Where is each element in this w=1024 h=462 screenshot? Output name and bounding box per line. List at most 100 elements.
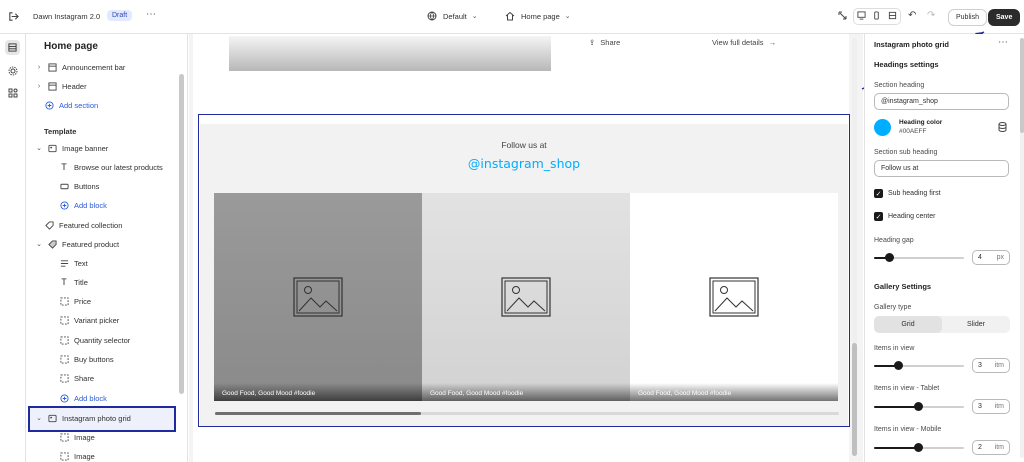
product-icon xyxy=(47,239,57,249)
sidebar-item-image-banner[interactable]: ⌄ Image banner xyxy=(35,139,187,157)
add-block-button[interactable]: Add block xyxy=(55,389,187,407)
block-icon xyxy=(59,432,69,442)
plus-circle-icon xyxy=(59,200,69,210)
sub-heading-label: Section sub heading xyxy=(874,149,938,156)
checkmark-icon: ✓ xyxy=(874,212,883,221)
gallery-type-grid[interactable]: Grid xyxy=(874,316,942,333)
items-mobile-slider[interactable] xyxy=(874,442,964,454)
image-section-icon xyxy=(47,413,57,423)
publish-button[interactable]: Publish xyxy=(948,9,987,26)
sidebar-block-text[interactable]: T Browse our latest products xyxy=(55,158,187,176)
items-in-view-input[interactable]: 3 itm xyxy=(972,358,1010,373)
checkmark-icon: ✓ xyxy=(874,189,883,198)
gallery-tile[interactable]: Good Food, Good Mood #foodie xyxy=(630,193,838,401)
tile-caption: Good Food, Good Mood #foodie xyxy=(214,383,422,401)
undo-icon[interactable]: ↶ xyxy=(908,10,916,21)
heading-gap-slider[interactable] xyxy=(874,252,964,264)
gallery-scrollbar[interactable] xyxy=(215,412,839,415)
gear-icon[interactable] xyxy=(5,63,20,78)
share-icon: ⇪ xyxy=(589,38,596,47)
sidebar-block-buttons[interactable]: Buttons xyxy=(55,177,187,195)
apps-icon[interactable] xyxy=(5,85,20,100)
sections-icon[interactable] xyxy=(5,40,20,55)
status-badge: Draft xyxy=(107,10,133,21)
theme-select[interactable]: Default ⌄ xyxy=(427,11,478,21)
exit-icon[interactable] xyxy=(8,11,19,22)
add-block-button[interactable]: Add block xyxy=(55,196,187,214)
desktop-icon[interactable] xyxy=(857,11,866,22)
heading-color-swatch[interactable] xyxy=(874,119,891,136)
items-mobile-label: Items in view - Mobile xyxy=(874,426,942,433)
text-icon: T xyxy=(61,277,67,287)
fullscreen-icon[interactable] xyxy=(888,11,897,22)
share-link[interactable]: ⇪ Share xyxy=(589,38,620,47)
sidebar-item-featured-product[interactable]: ⌄ Featured product xyxy=(35,235,187,253)
heading-gap-label: Heading gap xyxy=(874,237,914,244)
sidebar-block-quantity-selector[interactable]: Quantity selector xyxy=(55,331,187,349)
globe-icon xyxy=(427,11,437,21)
device-toggle xyxy=(853,8,901,25)
block-icon xyxy=(59,451,69,461)
instagram-section: Follow us at @instagram_shop Good Food, … xyxy=(200,124,848,426)
sidebar-item-header[interactable]: › Header xyxy=(35,77,187,95)
heading-gap-input[interactable]: 4 px xyxy=(972,250,1010,265)
view-full-details-link[interactable]: View full details → xyxy=(712,38,776,47)
settings-panel: Instagram photo grid ⋯ Headings settings… xyxy=(864,34,1024,462)
block-icon xyxy=(59,373,69,383)
text-lines-icon xyxy=(59,258,69,268)
sidebar-block-share[interactable]: Share xyxy=(55,369,187,387)
panel-title: Instagram photo grid xyxy=(874,40,949,49)
sidebar-block-title[interactable]: T Title xyxy=(55,273,187,291)
home-icon xyxy=(505,11,515,21)
chevron-down-icon: ⌄ xyxy=(36,145,42,152)
sidebar-item-instagram-photo-grid[interactable]: ⌄ Instagram photo grid xyxy=(35,409,187,427)
block-icon xyxy=(59,315,69,325)
section-heading-input[interactable]: @instagram_shop xyxy=(874,93,1009,110)
items-tablet-input[interactable]: 3 itm xyxy=(972,399,1010,414)
mobile-icon[interactable] xyxy=(872,11,881,22)
instagram-section-frame[interactable]: Follow us at @instagram_shop Good Food, … xyxy=(198,114,850,427)
gallery-type-slider[interactable]: Slider xyxy=(942,316,1010,333)
database-icon[interactable] xyxy=(998,122,1007,134)
gallery-tile[interactable]: Good Food, Good Mood #foodie xyxy=(422,193,630,401)
items-in-view-label: Items in view xyxy=(874,345,915,352)
chevron-right-icon: › xyxy=(37,82,41,90)
store-name: Dawn Instagram 2.0 xyxy=(33,12,101,21)
sidebar-block-image[interactable]: Image xyxy=(55,447,187,462)
button-icon xyxy=(59,181,69,191)
heading-color-label: Heading color xyxy=(899,119,943,126)
sidebar-block-buy-buttons[interactable]: Buy buttons xyxy=(55,350,187,368)
sidebar-block-image[interactable]: Image xyxy=(55,428,187,446)
sidebar-block-variant-picker[interactable]: Variant picker xyxy=(55,311,187,329)
page-select[interactable]: Home page ⌄ xyxy=(505,11,571,21)
items-tablet-slider[interactable] xyxy=(874,401,964,413)
block-icon xyxy=(59,296,69,306)
items-in-view-slider[interactable] xyxy=(874,360,964,372)
sub-heading-input[interactable]: Follow us at xyxy=(874,160,1009,177)
more-menu-icon[interactable]: ⋯ xyxy=(146,9,156,20)
save-button[interactable]: Save xyxy=(988,9,1021,26)
panel-scrollbar[interactable] xyxy=(1020,38,1024,458)
add-section-button[interactable]: Add section xyxy=(40,96,187,114)
more-menu-icon[interactable]: ⋯ xyxy=(998,37,1008,48)
inspector-icon[interactable] xyxy=(838,11,848,21)
redo-icon[interactable]: ↷ xyxy=(927,10,935,21)
tile-caption: Good Food, Good Mood #foodie xyxy=(630,383,838,401)
sidebar-title: Home page xyxy=(44,41,98,52)
gallery-type-toggle: Grid Slider xyxy=(874,316,1010,333)
gallery-tile[interactable]: Good Food, Good Mood #foodie xyxy=(214,193,422,401)
sidebar-block-text[interactable]: Text xyxy=(55,254,187,272)
section-heading: @instagram_shop xyxy=(467,156,581,171)
product-image-partial xyxy=(229,36,551,71)
items-mobile-input[interactable]: 2 itm xyxy=(972,440,1010,455)
sub-heading-first-checkbox[interactable]: ✓ Sub heading first xyxy=(874,189,941,198)
layout-icon xyxy=(47,81,57,91)
sidebar-scrollbar[interactable] xyxy=(179,74,184,394)
sidebar-item-announcement-bar[interactable]: › Announcement bar xyxy=(35,58,187,76)
arrow-right-icon: → xyxy=(768,38,777,47)
sidebar-item-featured-collection[interactable]: Featured collection xyxy=(40,216,187,234)
heading-center-checkbox[interactable]: ✓ Heading center xyxy=(874,212,935,221)
sidebar-block-price[interactable]: Price xyxy=(55,292,187,310)
preview-scrollbar[interactable] xyxy=(852,38,857,456)
section-sub-heading: Follow us at xyxy=(501,140,547,150)
